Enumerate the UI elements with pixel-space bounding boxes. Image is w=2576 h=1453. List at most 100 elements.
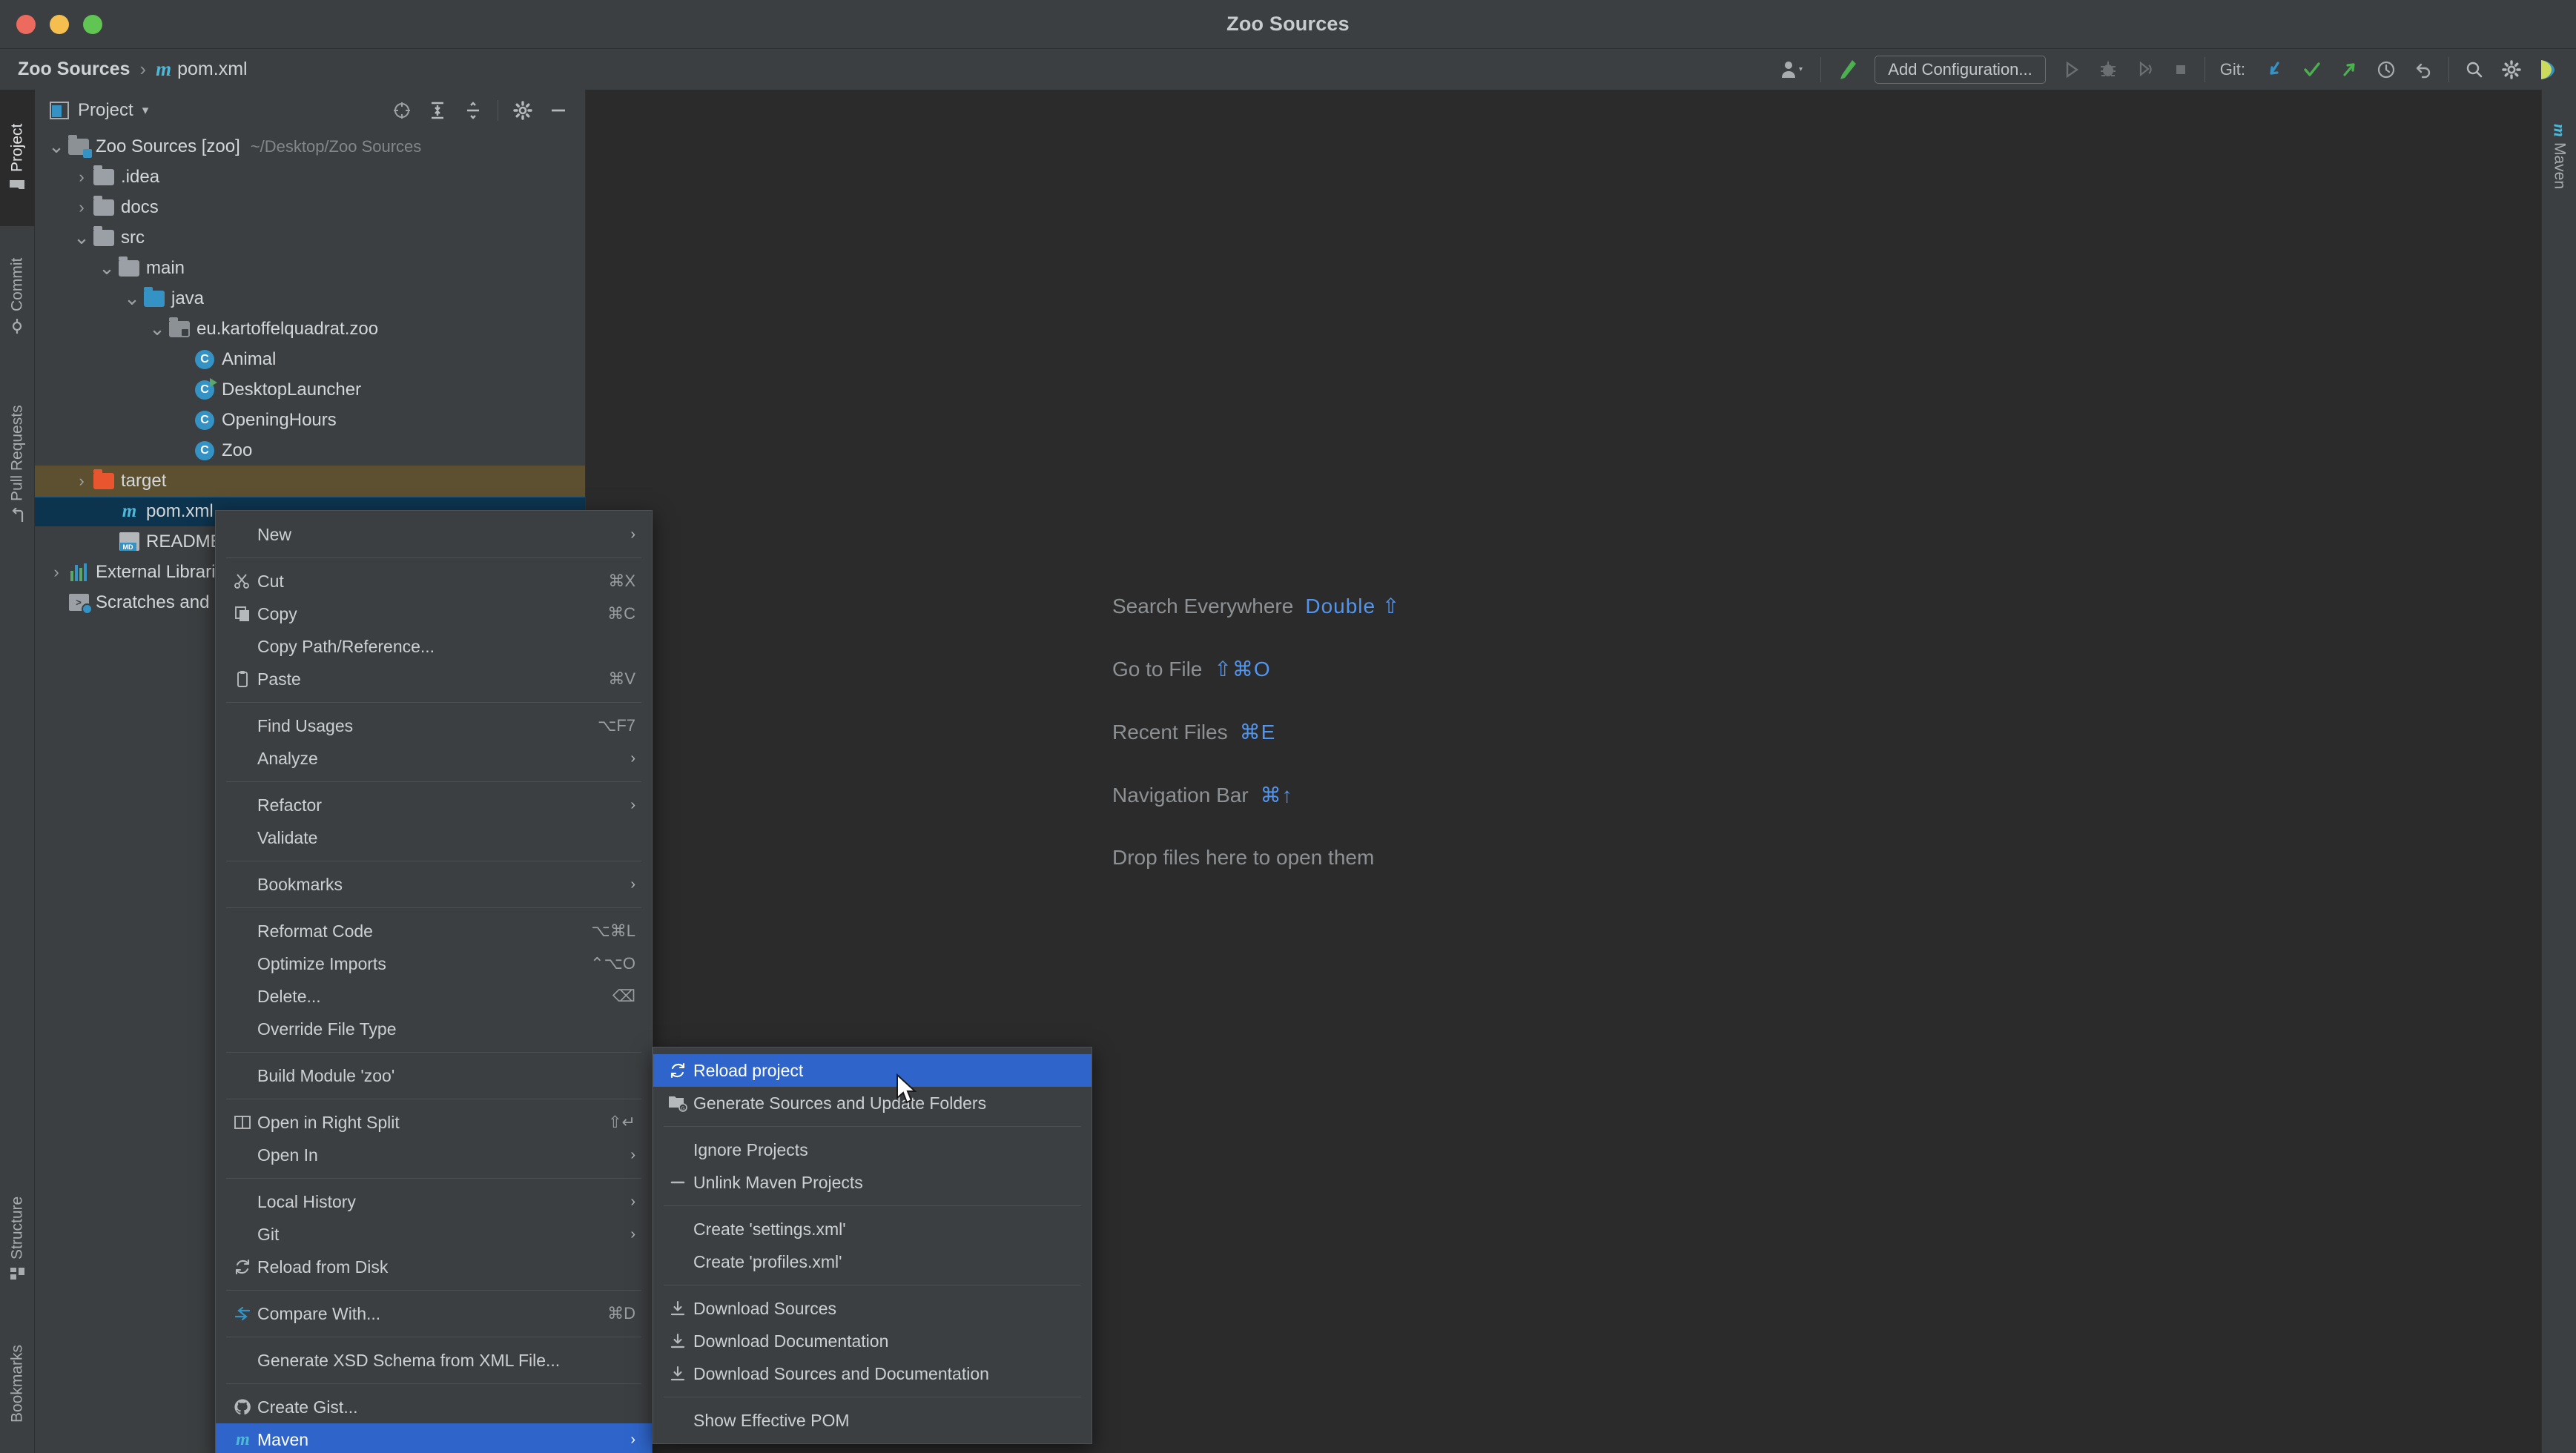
tree-row[interactable]: ›target bbox=[35, 466, 585, 496]
chevron-down-icon[interactable]: ⌄ bbox=[97, 264, 116, 271]
user-avatar-icon[interactable] bbox=[1772, 49, 1814, 90]
tree-row[interactable]: ⌄eu.kartoffelquadrat.zoo bbox=[35, 314, 585, 344]
breadcrumb-file[interactable]: pom.xml bbox=[177, 59, 247, 80]
maven-submenu-item[interactable]: Download Documentation bbox=[653, 1325, 1092, 1357]
context-menu-item[interactable]: Git› bbox=[216, 1218, 652, 1251]
maven-submenu-item[interactable]: Reload project bbox=[653, 1054, 1092, 1087]
maven-submenu-item[interactable]: Unlink Maven Projects bbox=[653, 1166, 1092, 1199]
collapse-all-icon[interactable] bbox=[457, 94, 489, 127]
maven-submenu-item[interactable]: Download Sources bbox=[653, 1292, 1092, 1325]
tree-row[interactable]: CDesktopLauncher bbox=[35, 374, 585, 405]
sidebar-item-pull-requests[interactable]: Pull Requests bbox=[0, 365, 35, 564]
debug-icon[interactable] bbox=[2090, 49, 2127, 90]
chevron-down-icon[interactable]: ⌄ bbox=[47, 142, 66, 150]
hint-go-to-file: Go to File ⇧⌘O bbox=[1112, 657, 1400, 681]
chevron-down-icon[interactable]: ⌄ bbox=[122, 294, 142, 302]
select-opened-file-icon[interactable] bbox=[386, 94, 418, 127]
context-menu-item[interactable]: Refactor› bbox=[216, 789, 652, 821]
context-menu-item[interactable]: Create Gist... bbox=[216, 1391, 652, 1423]
settings-gear-icon[interactable] bbox=[506, 94, 539, 127]
maven-submenu-item[interactable]: Create 'settings.xml' bbox=[653, 1213, 1092, 1245]
project-window-icon bbox=[50, 102, 69, 119]
ide-assistant-icon[interactable] bbox=[2530, 49, 2566, 90]
tree-row[interactable]: ⌄src bbox=[35, 222, 585, 253]
git-update-icon[interactable] bbox=[2256, 49, 2293, 90]
search-icon[interactable] bbox=[2456, 49, 2493, 90]
context-menu-item[interactable]: Analyze› bbox=[216, 742, 652, 775]
sidebar-item-bookmarks[interactable]: Bookmarks bbox=[0, 1314, 35, 1453]
context-menu-item[interactable]: Bookmarks› bbox=[216, 868, 652, 901]
context-menu-item[interactable]: Cut⌘X bbox=[216, 565, 652, 598]
menu-item-icon bbox=[228, 605, 257, 623]
context-menu-item[interactable]: Validate bbox=[216, 821, 652, 854]
git-push-icon[interactable] bbox=[2331, 49, 2368, 90]
context-menu-item[interactable]: Find Usages⌥F7 bbox=[216, 709, 652, 742]
chevron-right-icon[interactable]: › bbox=[72, 168, 91, 187]
tree-row[interactable]: ›.idea bbox=[35, 162, 585, 192]
tree-row-label: OpeningHours bbox=[222, 411, 337, 429]
menu-item-icon bbox=[228, 1113, 257, 1131]
copy-icon bbox=[234, 605, 251, 623]
tree-row[interactable]: COpeningHours bbox=[35, 405, 585, 435]
chevron-down-icon[interactable]: ▾ bbox=[142, 103, 149, 118]
add-configuration-button[interactable]: Add Configuration... bbox=[1875, 56, 2045, 84]
tree-row[interactable]: CZoo bbox=[35, 435, 585, 466]
maven-submenu-item[interactable]: Create 'profiles.xml' bbox=[653, 1245, 1092, 1278]
context-menu-item[interactable]: Local History› bbox=[216, 1185, 652, 1218]
maven-submenu-item[interactable]: Ignore Projects bbox=[653, 1133, 1092, 1166]
chevron-right-icon[interactable]: › bbox=[72, 198, 91, 217]
run-icon[interactable] bbox=[2054, 49, 2090, 90]
run-coverage-icon[interactable] bbox=[2127, 49, 2164, 90]
context-menu-item[interactable]: Reformat Code⌥⌘L bbox=[216, 915, 652, 947]
tree-row[interactable]: ⌄Zoo Sources [zoo]~/Desktop/Zoo Sources bbox=[35, 131, 585, 162]
context-menu-item[interactable]: Open in Right Split⇧↵ bbox=[216, 1106, 652, 1139]
context-menu-item[interactable]: mMaven› bbox=[216, 1423, 652, 1453]
markdown-icon: MD bbox=[119, 532, 139, 551]
context-menu-item[interactable]: New› bbox=[216, 518, 652, 551]
menu-item-label: Compare With... bbox=[257, 1304, 594, 1324]
java-class-icon: C bbox=[195, 441, 214, 460]
sidebar-item-maven[interactable]: m Maven bbox=[2542, 90, 2576, 223]
sidebar-item-project[interactable]: Project bbox=[0, 90, 35, 226]
context-menu-item[interactable]: Reload from Disk bbox=[216, 1251, 652, 1283]
chevron-right-icon[interactable]: › bbox=[72, 471, 91, 491]
context-menu-item[interactable]: Delete...⌫ bbox=[216, 980, 652, 1013]
context-menu-item[interactable]: Paste⌘V bbox=[216, 663, 652, 695]
sidebar-item-structure[interactable]: Structure bbox=[0, 1168, 35, 1309]
chevron-down-icon[interactable]: ⌄ bbox=[72, 234, 91, 241]
tree-row[interactable]: ⌄main bbox=[35, 253, 585, 283]
maven-submenu[interactable]: Reload projectGGenerate Sources and Upda… bbox=[653, 1047, 1092, 1444]
menu-separator bbox=[226, 1383, 641, 1384]
expand-all-icon[interactable] bbox=[421, 94, 454, 127]
breadcrumb-separator-icon: › bbox=[139, 58, 146, 81]
git-commit-icon[interactable] bbox=[2293, 49, 2331, 90]
breadcrumb-project[interactable]: Zoo Sources bbox=[18, 59, 130, 80]
hide-icon[interactable] bbox=[542, 94, 575, 127]
chevron-down-icon[interactable]: ⌄ bbox=[148, 325, 167, 332]
rollback-icon[interactable] bbox=[2405, 49, 2442, 90]
maven-submenu-item[interactable]: GGenerate Sources and Update Folders bbox=[653, 1087, 1092, 1119]
tree-row[interactable]: CAnimal bbox=[35, 344, 585, 374]
tree-row[interactable]: ⌄java bbox=[35, 283, 585, 314]
context-menu-item[interactable]: Generate XSD Schema from XML File... bbox=[216, 1344, 652, 1377]
context-menu-item[interactable]: Build Module 'zoo' bbox=[216, 1059, 652, 1092]
context-menu-item[interactable]: Override File Type bbox=[216, 1013, 652, 1045]
stop-icon[interactable] bbox=[2164, 49, 2198, 90]
context-menu-item[interactable]: Compare With...⌘D bbox=[216, 1297, 652, 1330]
settings-gear-icon[interactable] bbox=[2493, 49, 2530, 90]
maven-submenu-item[interactable]: Show Effective POM bbox=[653, 1404, 1092, 1437]
sidebar-item-commit[interactable]: Commit bbox=[0, 231, 35, 361]
context-menu[interactable]: New› Cut⌘XCopy⌘CCopy Path/Reference...Pas… bbox=[215, 510, 653, 1453]
context-menu-item[interactable]: Copy Path/Reference... bbox=[216, 630, 652, 663]
menu-separator bbox=[226, 702, 641, 703]
chevron-right-icon[interactable]: › bbox=[47, 563, 66, 582]
context-menu-item[interactable]: Copy⌘C bbox=[216, 598, 652, 630]
context-menu-item[interactable]: Optimize Imports⌃⌥O bbox=[216, 947, 652, 980]
build-hammer-icon[interactable] bbox=[1828, 49, 1866, 90]
context-menu-item[interactable]: Open In› bbox=[216, 1139, 652, 1171]
history-icon[interactable] bbox=[2368, 49, 2405, 90]
tree-row-icon: C bbox=[192, 441, 217, 460]
sidebar-item-label-pull-requests: Pull Requests bbox=[9, 406, 27, 502]
maven-submenu-item[interactable]: Download Sources and Documentation bbox=[653, 1357, 1092, 1390]
tree-row[interactable]: ›docs bbox=[35, 192, 585, 222]
